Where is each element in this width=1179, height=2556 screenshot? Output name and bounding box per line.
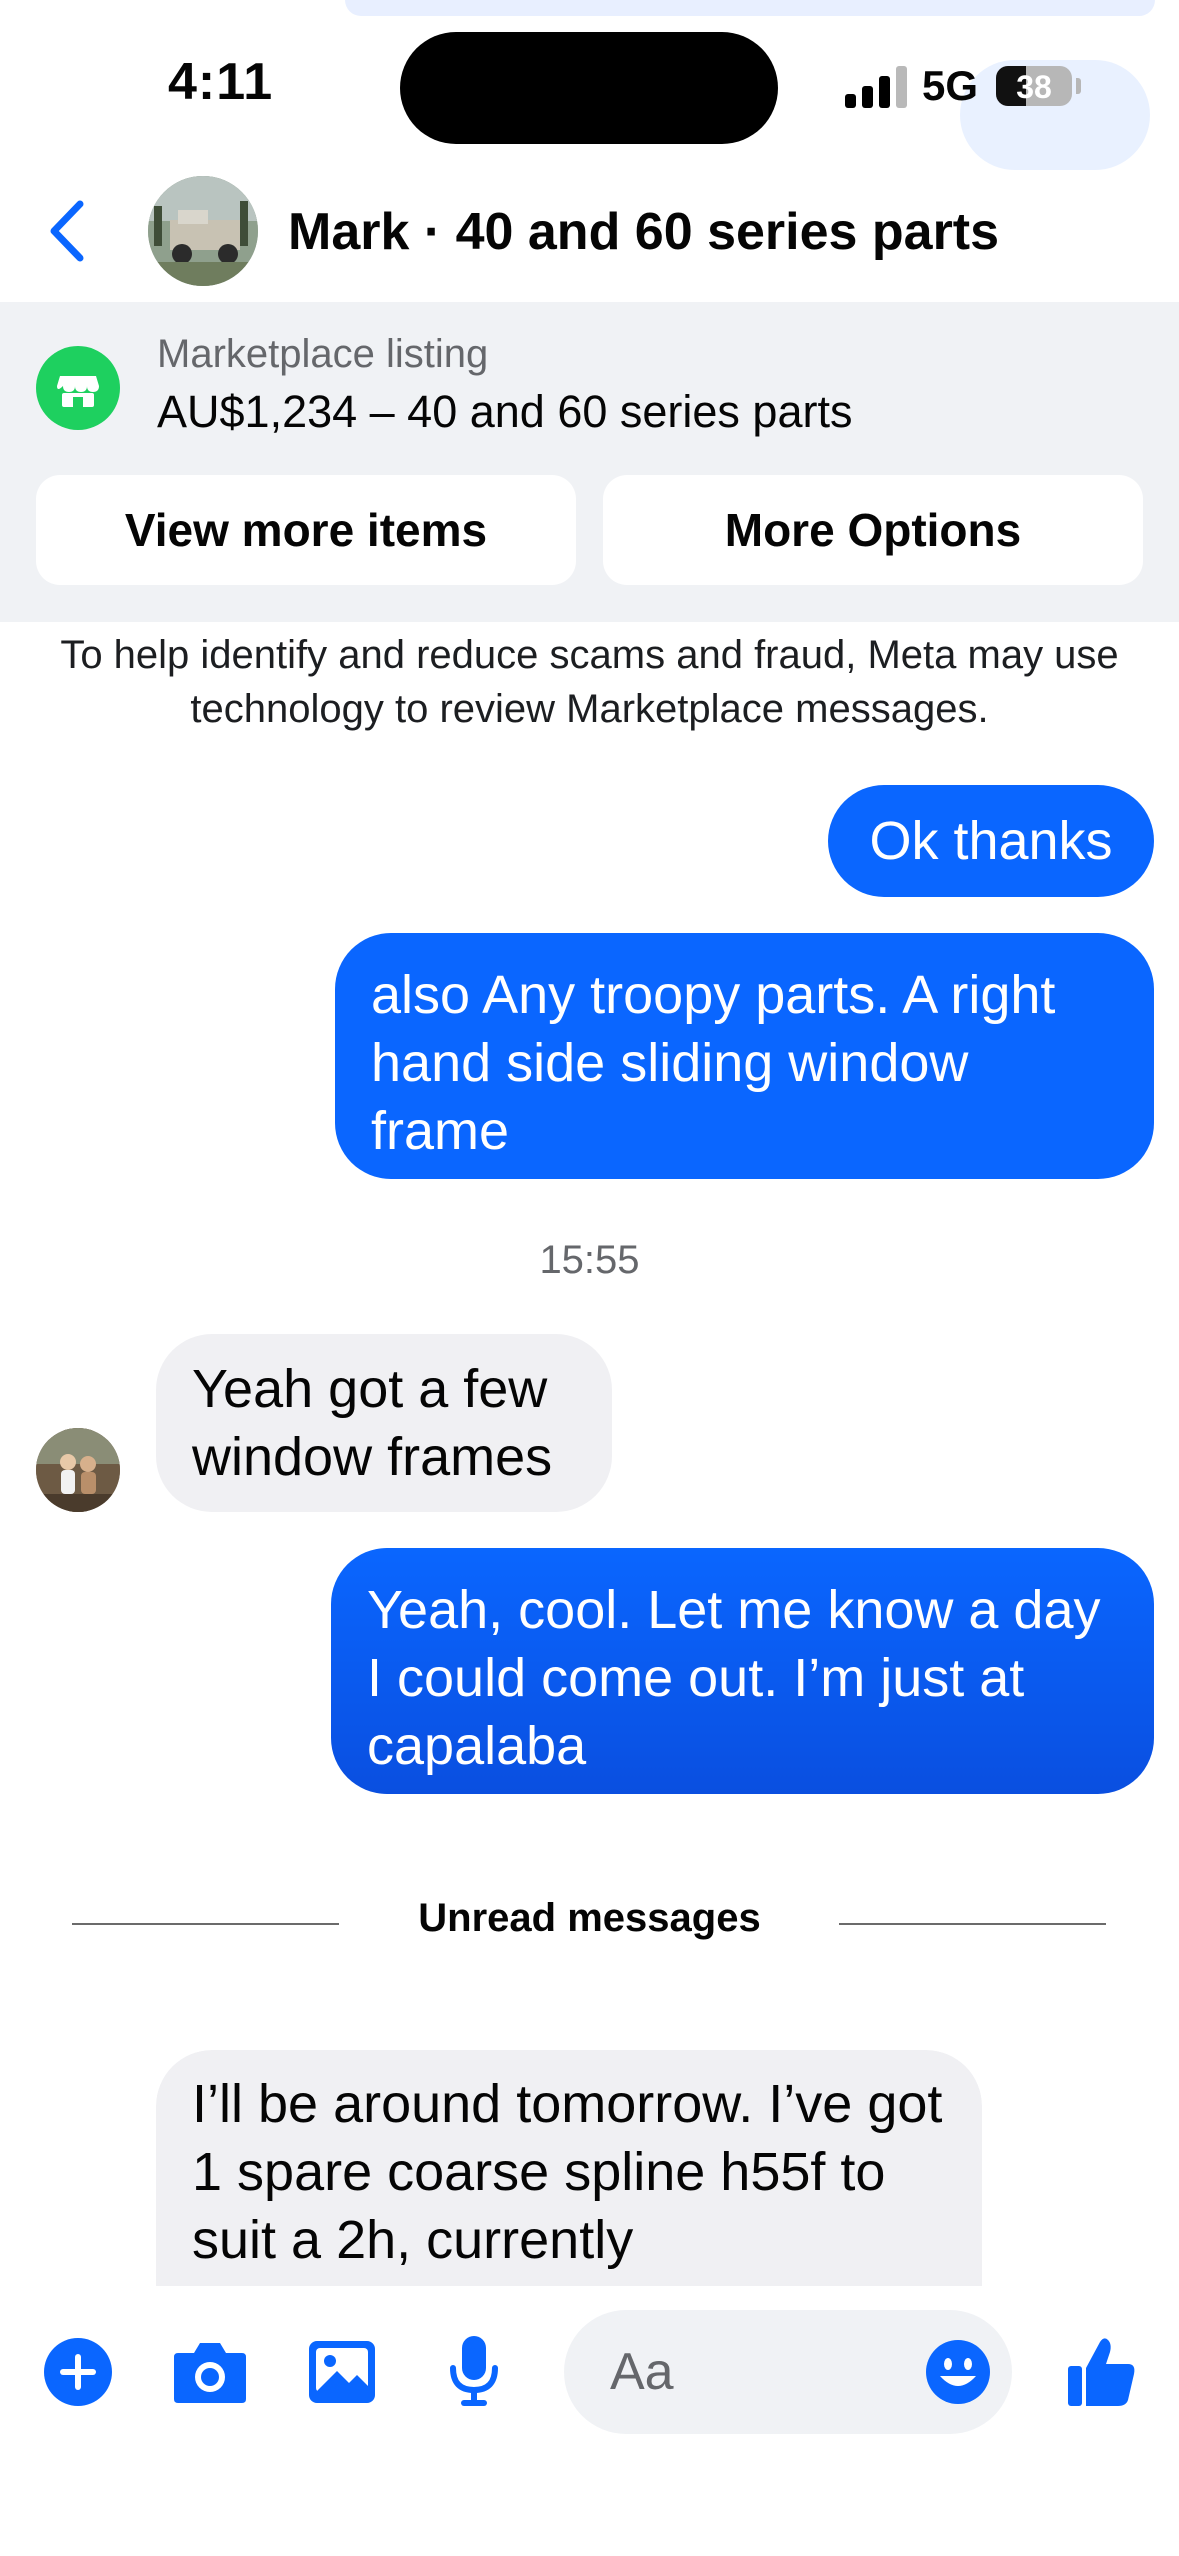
message-input[interactable]: Aa: [564, 2310, 1012, 2434]
signal-icon: [845, 64, 907, 108]
dynamic-island: [400, 32, 778, 144]
plus-icon: [44, 2338, 112, 2406]
message-input-placeholder: Aa: [610, 2343, 674, 2401]
back-button[interactable]: [42, 196, 92, 266]
voice-button[interactable]: [432, 2330, 516, 2414]
chevron-left-icon: [50, 200, 84, 262]
message-timestamp: 15:55: [539, 1238, 640, 1282]
message-bubble-outgoing[interactable]: Ok thanks: [828, 785, 1154, 897]
marketplace-label: Marketplace listing: [157, 332, 489, 376]
message-bubble-incoming[interactable]: Yeah got a few window frames: [156, 1334, 612, 1512]
camera-button[interactable]: [168, 2330, 252, 2414]
more-options-button[interactable]: More Options: [603, 475, 1143, 585]
emoji-icon: [926, 2340, 990, 2404]
emoji-button[interactable]: [924, 2338, 992, 2406]
chat-title[interactable]: Mark · 40 and 60 series parts: [288, 202, 999, 262]
add-button[interactable]: [36, 2330, 120, 2414]
contact-avatar[interactable]: [148, 176, 258, 286]
sender-avatar[interactable]: [36, 1428, 120, 1512]
photo-icon: [309, 2341, 375, 2403]
scam-notice: To help identify and reduce scams and fr…: [60, 633, 1119, 731]
message-bubble-incoming-clipped[interactable]: I’ll be around tomorrow. I’ve got 1 spar…: [156, 2050, 982, 2286]
status-time: 4:11: [168, 53, 274, 111]
battery-level: 38: [1016, 69, 1052, 105]
avatar-truck-photo: [148, 176, 258, 286]
listing-price-title[interactable]: AU$1,234 – 40 and 60 series parts: [157, 386, 852, 438]
thumbs-up-icon: [1068, 2338, 1135, 2406]
avatar-people-photo: [36, 1428, 120, 1512]
unread-messages-label: Unread messages: [418, 1896, 761, 1940]
battery-icon: 38: [996, 66, 1072, 106]
message-bubble-outgoing[interactable]: Yeah, cool. Let me know a day I could co…: [331, 1548, 1154, 1794]
network-type: 5G: [922, 62, 979, 109]
message-bubble-incoming: I’ll be around tomorrow. I’ve got 1 spar…: [156, 2050, 982, 2286]
like-button[interactable]: [1060, 2330, 1144, 2414]
view-more-items-button[interactable]: View more items: [36, 475, 576, 585]
camera-icon: [174, 2343, 246, 2403]
message-bubble-outgoing[interactable]: also Any troopy parts. A right hand side…: [335, 933, 1154, 1179]
unread-divider-right: [839, 1923, 1106, 1925]
scrolled-bubble-remnant: [345, 0, 1155, 16]
photo-button[interactable]: [300, 2330, 384, 2414]
battery-tip: [1076, 78, 1081, 94]
unread-divider-left: [72, 1923, 339, 1925]
microphone-icon: [450, 2336, 498, 2406]
marketplace-store-icon: [36, 346, 120, 430]
